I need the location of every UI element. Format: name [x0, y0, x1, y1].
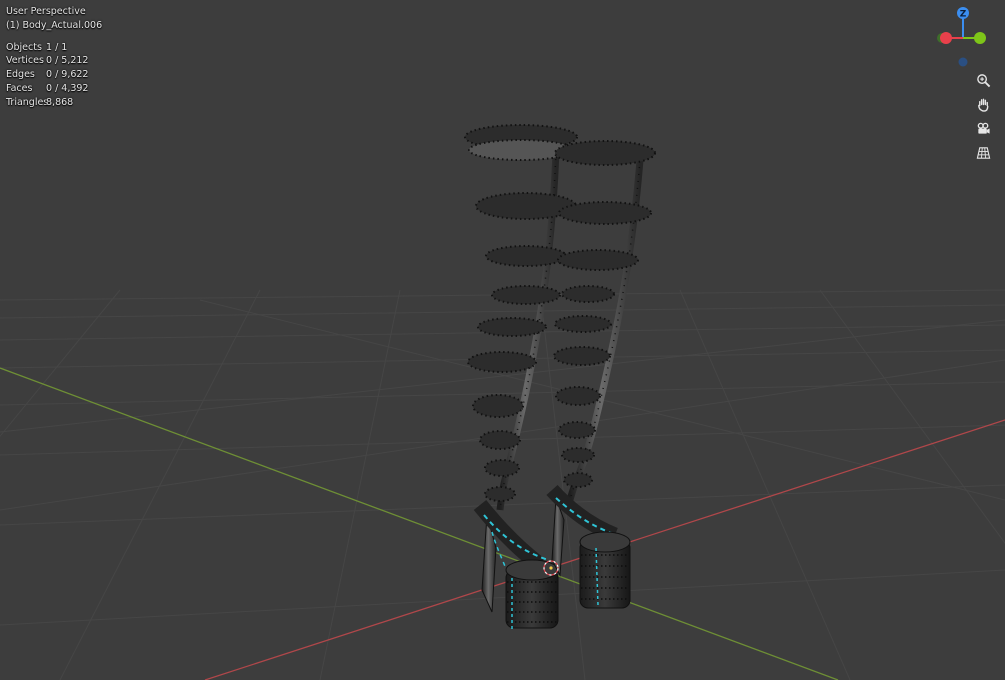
zoom-button[interactable] — [972, 69, 994, 91]
stat-value: 8,868 — [46, 96, 74, 108]
camera-icon — [977, 122, 990, 134]
y-axis-handle[interactable] — [974, 32, 986, 44]
stat-value: 1 / 1 — [46, 41, 68, 53]
viewport-scene[interactable] — [0, 0, 1005, 680]
perspective-label: User Perspective — [6, 6, 86, 17]
3d-viewport[interactable]: User Perspective (1) Body_Actual.006 Obj… — [0, 0, 1005, 680]
zoom-icon — [976, 73, 990, 87]
x-axis-handle[interactable] — [940, 32, 952, 44]
stat-value: 0 / 5,212 — [46, 55, 89, 67]
stat-row-edges: Edges 0 / 9,622 — [6, 68, 102, 82]
stat-label: Objects — [6, 41, 42, 53]
hand-pan-icon — [977, 98, 988, 112]
statistics-panel: Objects 1 / 1 Vertices 0 / 5,212 Edges 0… — [6, 41, 102, 110]
stat-label: Triangles — [6, 96, 49, 108]
boot-mesh-right — [546, 140, 656, 609]
camera-view-button[interactable] — [972, 117, 994, 139]
stat-label: Faces — [6, 82, 33, 94]
stat-label: Edges — [6, 69, 35, 81]
grid-ortho-icon — [976, 146, 990, 159]
stat-row-triangles: Triangles 8,868 — [6, 96, 102, 110]
stat-row-vertices: Vertices 0 / 5,212 — [6, 54, 102, 68]
neg-z-axis-handle[interactable] — [958, 57, 968, 67]
ortho-toggle-button[interactable] — [972, 141, 994, 163]
active-object-label: (1) Body_Actual.006 — [6, 19, 103, 31]
stat-row-faces: Faces 0 / 4,392 — [6, 82, 102, 96]
navigation-gizmo[interactable]: Z — [930, 4, 996, 70]
stat-label: Vertices — [6, 55, 44, 67]
y-axis-line — [0, 367, 839, 680]
z-axis-label: Z — [960, 9, 967, 19]
viewport-info-overlay: User Perspective (1) Body_Actual.006 Obj… — [6, 5, 102, 110]
viewport-nav-tools — [972, 69, 994, 165]
stat-value: 0 / 4,392 — [46, 82, 89, 94]
pan-button[interactable] — [972, 93, 994, 115]
stat-row-objects: Objects 1 / 1 — [6, 41, 102, 55]
stat-value: 0 / 9,622 — [46, 69, 89, 81]
